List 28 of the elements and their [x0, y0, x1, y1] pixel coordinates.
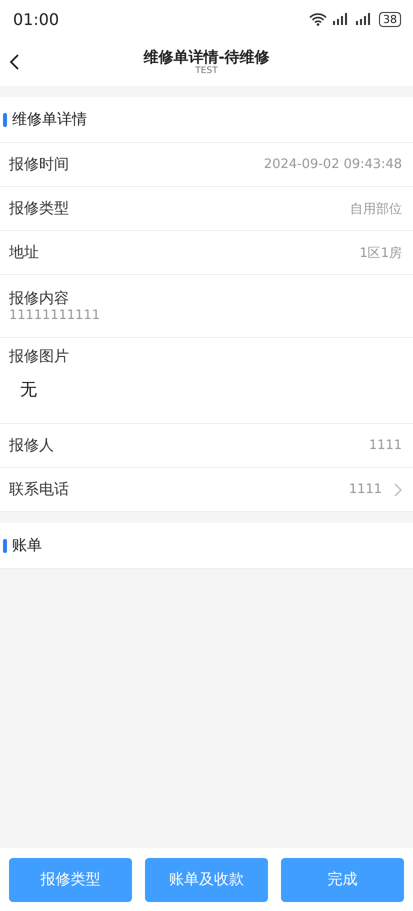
- section-title: 维修单详情: [12, 110, 87, 129]
- signal-icon: [333, 13, 350, 25]
- section-marker: [3, 112, 7, 126]
- field-value: 1111: [348, 482, 382, 497]
- field-label: 地址: [9, 243, 39, 262]
- field-value: 2024-09-02 09:43:48: [264, 157, 402, 172]
- wifi-icon: [309, 12, 327, 26]
- action-button[interactable]: 完成: [281, 858, 404, 902]
- field-value: 1111: [368, 438, 402, 453]
- field-label: 报修人: [9, 436, 54, 455]
- field-label: 联系电话: [9, 480, 69, 499]
- action-button[interactable]: 账单及收款: [145, 858, 268, 902]
- field-label: 报修时间: [9, 155, 69, 174]
- battery-level: 38: [379, 12, 401, 26]
- page-subtitle: TEST: [195, 66, 218, 76]
- empty-picture-text: 无: [20, 379, 37, 401]
- status-time: 01:00: [13, 10, 60, 28]
- section-marker: [3, 538, 7, 552]
- page-title: 维修单详情-待维修: [143, 48, 270, 66]
- section-title: 账单: [12, 536, 42, 555]
- field-value: 自用部位: [350, 200, 402, 218]
- field-value: 1区1房: [359, 244, 402, 262]
- field-label: 报修类型: [9, 199, 69, 218]
- signal-icon: [356, 13, 373, 25]
- field-value: 11111111111: [9, 308, 100, 323]
- action-button[interactable]: 报修类型: [9, 858, 132, 902]
- field-label: 报修内容: [9, 289, 69, 308]
- field-label: 报修图片: [9, 347, 69, 366]
